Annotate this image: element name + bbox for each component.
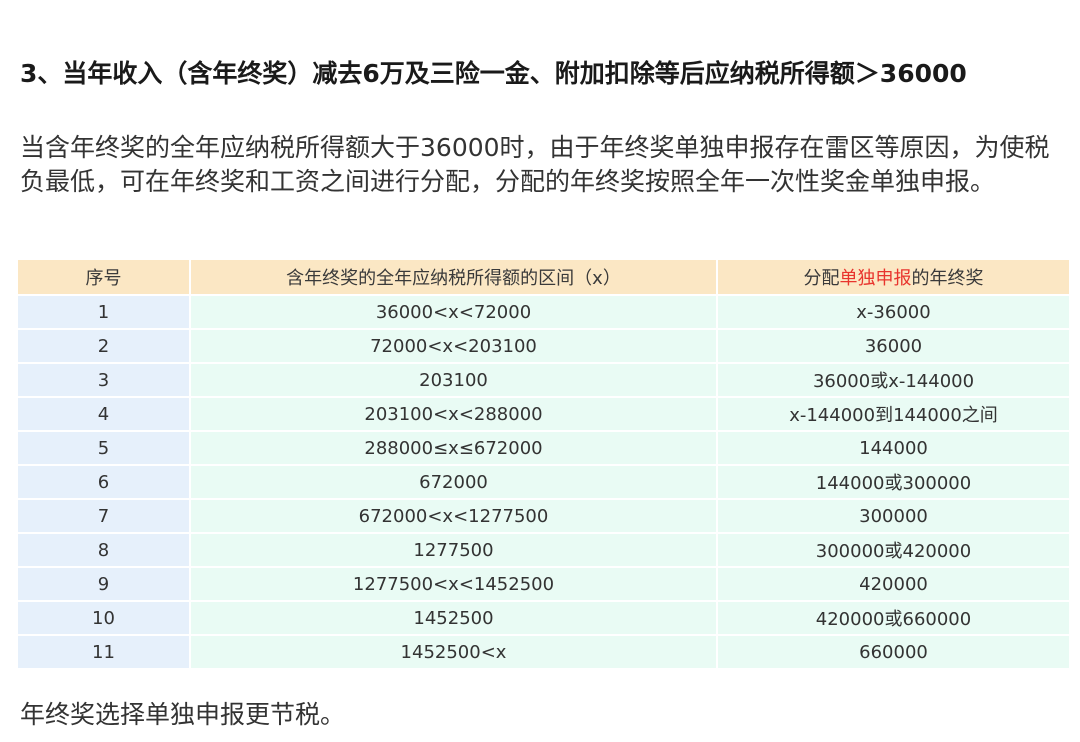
row-allocated-bonus: 144000或300000: [716, 464, 1071, 500]
row-index: 6: [16, 464, 191, 500]
row-allocated-bonus: 36000或x-144000: [716, 362, 1071, 398]
header-allocated-suffix: 的年终奖: [911, 268, 984, 289]
row-index: 4: [16, 396, 191, 432]
bonus-allocation-table: 序号 含年终奖的全年应纳税所得额的区间（x） 分配单独申报的年终奖 1 3600…: [16, 258, 1071, 670]
row-allocated-bonus: 660000: [716, 634, 1071, 670]
row-index: 9: [16, 566, 191, 602]
row-allocated-bonus: x-144000到144000之间: [716, 396, 1071, 432]
row-index: 8: [16, 532, 191, 568]
row-income-range: 203100<x<288000: [189, 396, 718, 432]
row-index: 11: [16, 634, 191, 670]
row-index: 2: [16, 328, 191, 364]
table-row: 10 1452500 420000或660000: [16, 600, 1071, 636]
row-income-range: 1452500: [189, 600, 718, 636]
header-income-range: 含年终奖的全年应纳税所得额的区间（x）: [189, 258, 718, 296]
table-row: 4 203100<x<288000 x-144000到144000之间: [16, 396, 1071, 432]
table-row: 8 1277500 300000或420000: [16, 532, 1071, 568]
row-allocated-bonus: 300000: [716, 498, 1071, 534]
bonus-allocation-table-container: 序号 含年终奖的全年应纳税所得额的区间（x） 分配单独申报的年终奖 1 3600…: [16, 258, 1071, 670]
row-income-range: 288000≤x≤672000: [189, 430, 718, 466]
header-index: 序号: [16, 258, 191, 296]
header-allocated-highlight: 单独申报: [839, 268, 912, 289]
table-row: 11 1452500<x 660000: [16, 634, 1071, 670]
header-allocated-prefix: 分配: [803, 268, 840, 289]
table-row: 2 72000<x<203100 36000: [16, 328, 1071, 364]
row-income-range: 36000<x<72000: [189, 294, 718, 330]
table-row: 3 203100 36000或x-144000: [16, 362, 1071, 398]
row-index: 7: [16, 498, 191, 534]
row-income-range: 203100: [189, 362, 718, 398]
row-allocated-bonus: 300000或420000: [716, 532, 1071, 568]
row-income-range: 1277500: [189, 532, 718, 568]
table-row: 5 288000≤x≤672000 144000: [16, 430, 1071, 466]
row-index: 3: [16, 362, 191, 398]
table-row: 9 1277500<x<1452500 420000: [16, 566, 1071, 602]
table-row: 1 36000<x<72000 x-36000: [16, 294, 1071, 330]
row-income-range: 672000<x<1277500: [189, 498, 718, 534]
row-allocated-bonus: x-36000: [716, 294, 1071, 330]
row-index: 1: [16, 294, 191, 330]
row-income-range: 72000<x<203100: [189, 328, 718, 364]
row-income-range: 672000: [189, 464, 718, 500]
row-index: 5: [16, 430, 191, 466]
row-allocated-bonus: 144000: [716, 430, 1071, 466]
row-allocated-bonus: 420000或660000: [716, 600, 1071, 636]
table-row: 6 672000 144000或300000: [16, 464, 1071, 500]
row-income-range: 1277500<x<1452500: [189, 566, 718, 602]
table-row: 7 672000<x<1277500 300000: [16, 498, 1071, 534]
header-allocated-bonus: 分配单独申报的年终奖: [716, 258, 1071, 296]
row-allocated-bonus: 36000: [716, 328, 1071, 364]
row-index: 10: [16, 600, 191, 636]
conclusion-text: 年终奖选择单独申报更节税。: [20, 700, 346, 729]
row-income-range: 1452500<x: [189, 634, 718, 670]
explanation-paragraph: 当含年终奖的全年应纳税所得额大于36000时，由于年终奖单独申报存在雷区等原因，…: [20, 133, 1050, 196]
section-heading: 3、当年收入（含年终奖）减去6万及三险一金、附加扣除等后应纳税所得额＞36000: [20, 59, 967, 88]
row-allocated-bonus: 420000: [716, 566, 1071, 602]
table-header-row: 序号 含年终奖的全年应纳税所得额的区间（x） 分配单独申报的年终奖: [16, 258, 1071, 296]
